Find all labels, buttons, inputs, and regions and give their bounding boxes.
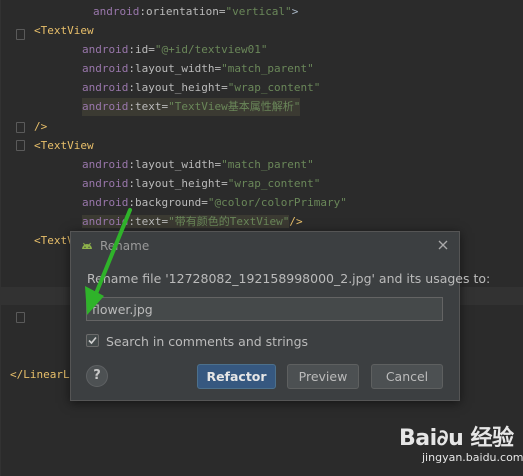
baidu-watermark: Bai∂u 经验 jingyan.baidu.com: [396, 420, 523, 472]
annotation-arrow-icon: [85, 208, 132, 315]
watermark-site: jingyan.baidu.com: [422, 451, 523, 464]
watermark-brand: Bai∂u 经验: [399, 426, 514, 451]
